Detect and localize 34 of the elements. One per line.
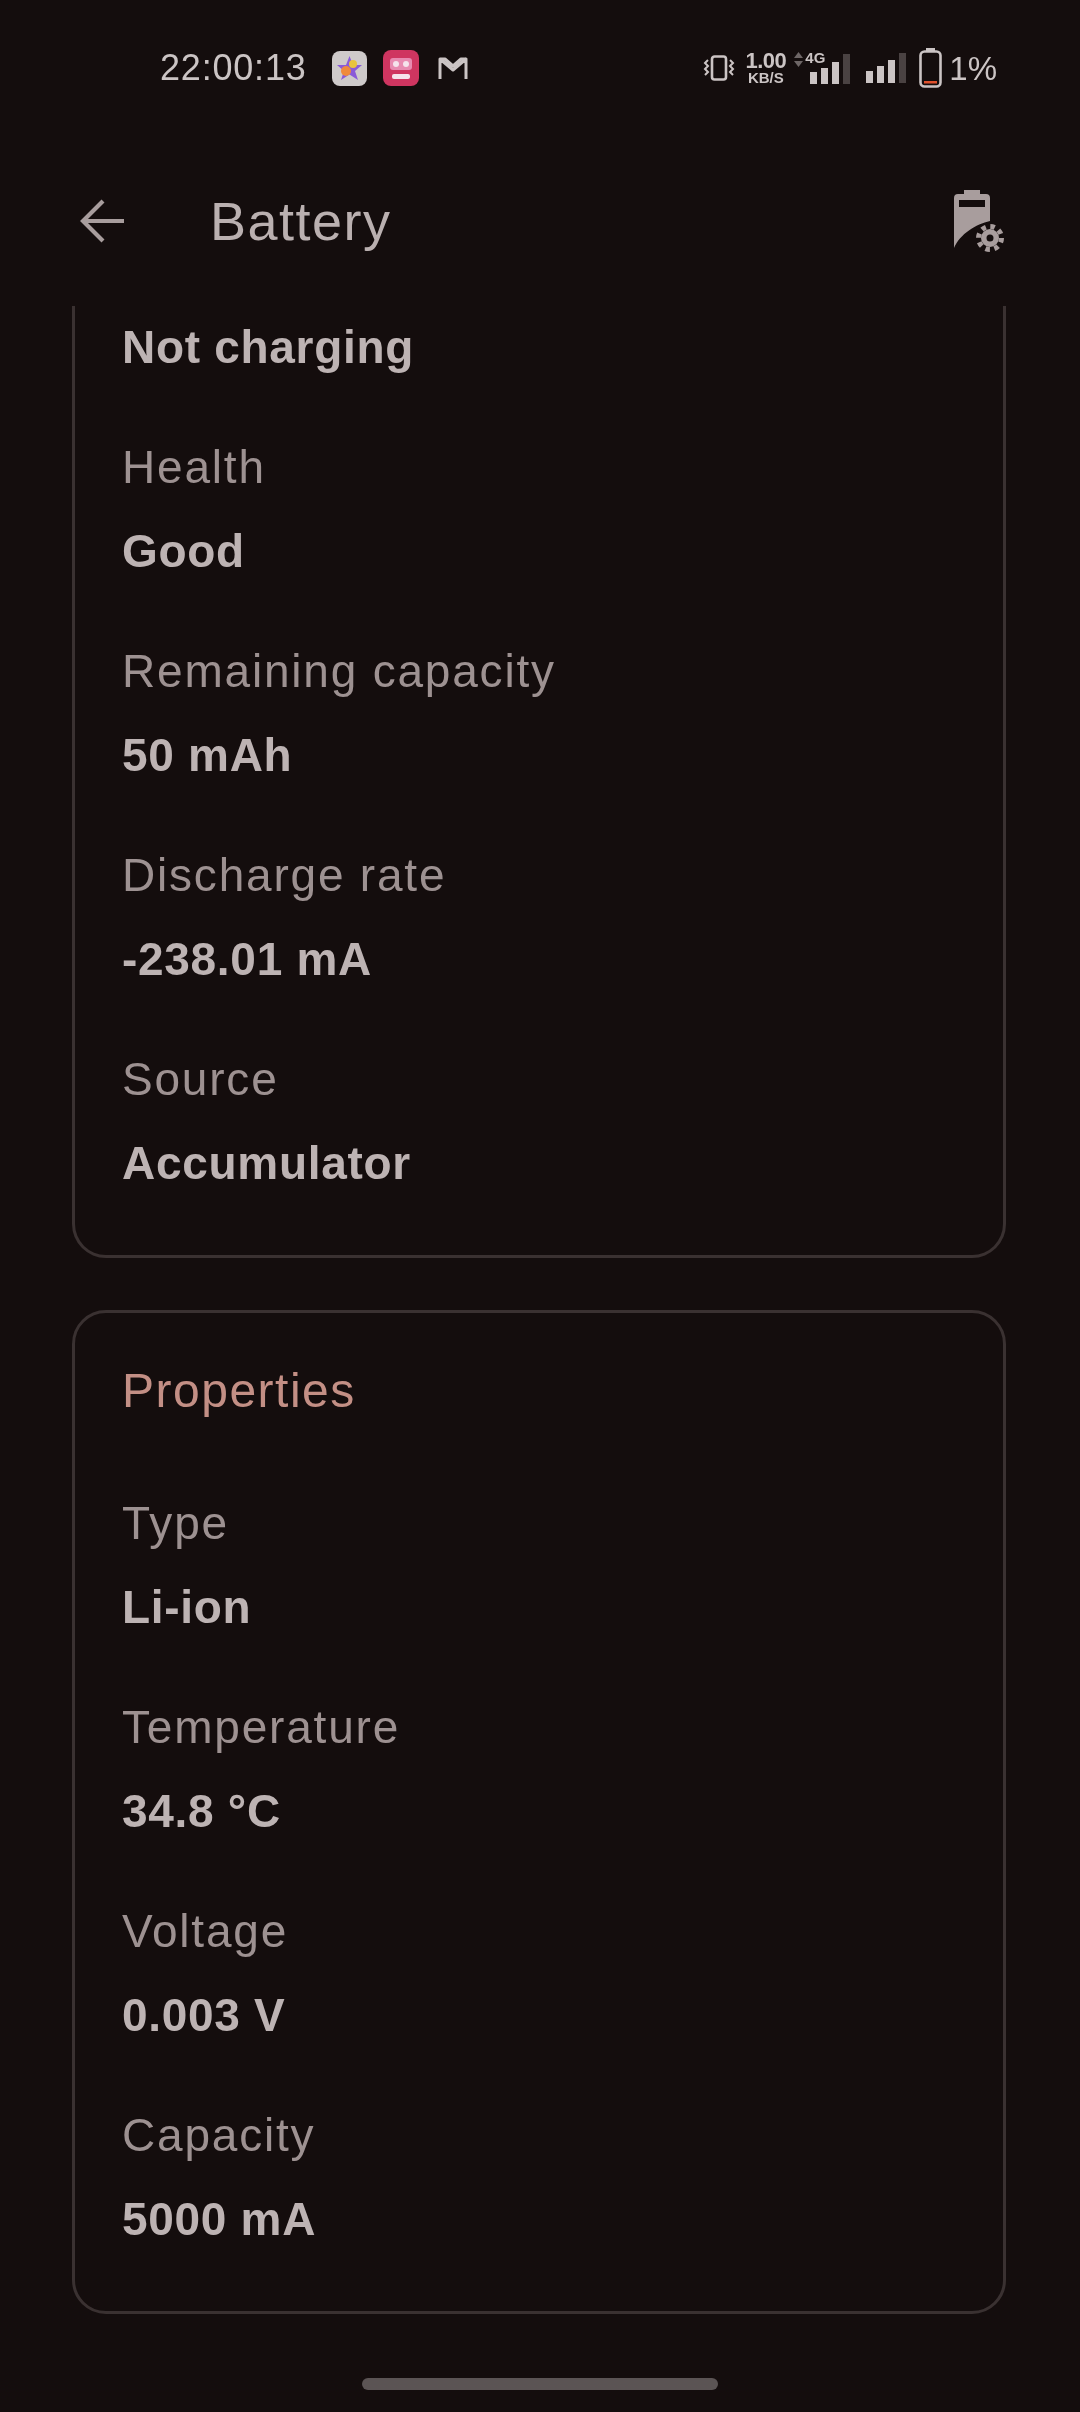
network-speed: 1.00: [745, 51, 787, 70]
field-label: Remaining capacity: [122, 645, 556, 697]
vibrate-icon: [703, 55, 736, 81]
card-title: Properties: [122, 1363, 356, 1419]
field-label: Voltage: [122, 1905, 289, 1957]
field-value: -238.01 mA: [122, 933, 372, 985]
data-arrows-icon: [794, 52, 804, 67]
field-value: 50 mAh: [122, 729, 293, 781]
screen-title: Battery: [210, 190, 392, 253]
field-label: Health: [122, 441, 266, 493]
field-label: Capacity: [122, 2109, 316, 2161]
field-label: Temperature: [122, 1701, 401, 1753]
field-value: 0.003 V: [122, 1989, 286, 2041]
network-type: 4G: [805, 50, 826, 66]
back-arrow-icon: [78, 197, 126, 245]
battery-gear-icon: [954, 189, 1004, 253]
back-button[interactable]: [78, 197, 126, 245]
field-value: 34.8 °C: [122, 1785, 281, 1837]
star-app-icon: [331, 50, 367, 86]
network-speed-unit: KB/S: [747, 70, 784, 85]
field-value: Not charging: [122, 321, 415, 373]
field-value: 5000 mA: [122, 2193, 317, 2245]
battery-icon: [919, 48, 943, 88]
robot-app-icon: [382, 50, 419, 86]
battery-percent: 1%: [949, 51, 997, 85]
battery-settings-button[interactable]: [954, 189, 1004, 253]
field-label: Discharge rate: [122, 849, 447, 901]
field-value: Accumulator: [122, 1137, 411, 1189]
field-value: Li-ion: [122, 1581, 252, 1633]
field-label: Type: [122, 1497, 229, 1549]
status-time: 22:00:13: [160, 50, 307, 86]
field-value: Good: [122, 525, 245, 577]
field-label: Source: [122, 1053, 279, 1105]
m-logo-icon: [436, 55, 469, 81]
